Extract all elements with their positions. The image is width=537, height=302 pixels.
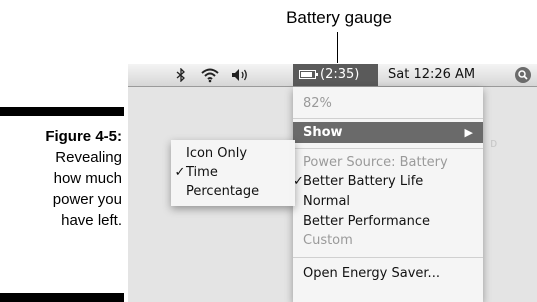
menu-separator — [293, 118, 483, 119]
caption-line: how much — [53, 170, 122, 187]
caption-line: Revealing — [55, 149, 122, 166]
submenu-item-icon-only[interactable]: Icon Only — [171, 143, 295, 164]
menu-separator — [293, 148, 483, 149]
background-glyph: ᴅ — [490, 136, 498, 150]
battery-gauge-menu-item[interactable]: (2:35) — [293, 64, 378, 86]
battery-menu: 82% Show ▶ Power Source: Battery ✓ Bette… — [293, 87, 483, 302]
show-submenu: Icon Only ✓ Time Percentage — [171, 140, 295, 206]
battery-gauge-callout: Battery gauge — [286, 8, 392, 27]
battery-time-remaining: (2:35) — [320, 67, 360, 82]
battery-percent: 82% — [303, 96, 332, 111]
figure-caption: Figure 4-5: Revealing how much power you… — [0, 126, 122, 231]
submenu-item-time[interactable]: ✓ Time — [171, 162, 295, 183]
battery-icon — [299, 70, 318, 79]
callout-line — [337, 32, 338, 63]
menu-item-normal[interactable]: Normal — [293, 191, 483, 212]
submenu-item-percentage[interactable]: Percentage — [171, 181, 295, 202]
menubar-clock[interactable]: Sat 12:26 AM — [388, 64, 475, 86]
submenu-arrow-icon: ▶ — [464, 126, 473, 139]
menu-item-custom: Custom — [303, 233, 353, 248]
menu-item-open-energy-saver[interactable]: Open Energy Saver... — [293, 263, 483, 284]
menu-item-better-performance[interactable]: Better Performance — [293, 211, 483, 232]
figure-label: Figure 4-5: — [45, 128, 122, 145]
menu-bar: (2:35) Sat 12:26 AM — [128, 64, 537, 87]
menu-separator — [293, 257, 483, 258]
menu-item-show[interactable]: Show ▶ — [293, 122, 483, 143]
caption-line: power you — [52, 191, 122, 208]
volume-icon[interactable] — [231, 64, 251, 86]
wifi-icon[interactable] — [200, 64, 220, 86]
caption-rule-bottom — [0, 293, 124, 302]
desktop-screenshot: ᴅ (2:35) Sat 12:26 AM 82% Show ▶ Power S… — [128, 64, 537, 302]
power-source-label: Power Source: Battery — [303, 155, 448, 170]
menu-item-better-battery-life[interactable]: ✓ Better Battery Life — [293, 171, 483, 192]
checkmark-icon: ✓ — [174, 165, 186, 180]
spotlight-icon[interactable] — [515, 67, 531, 83]
caption-line: have left. — [61, 212, 122, 229]
caption-rule-top — [0, 107, 124, 116]
